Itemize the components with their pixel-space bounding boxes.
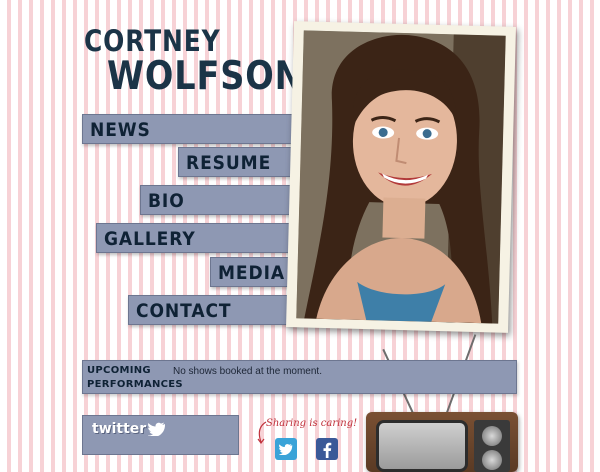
headshot-frame	[286, 21, 516, 333]
facebook-f-icon	[323, 442, 332, 458]
nav-item-resume[interactable]: RESUME	[178, 147, 298, 177]
tv-control-panel	[474, 420, 510, 472]
upcoming-performances-bar: UPCOMING PERFORMANCES No shows booked at…	[82, 360, 517, 394]
tv-knob-icon	[482, 450, 502, 470]
twitter-bird-icon	[278, 443, 293, 456]
shows-title-line1: UPCOMING	[87, 365, 151, 376]
logo-name-first[interactable]: CORTNEY	[84, 24, 221, 58]
nav-item-label: RESUME	[186, 152, 272, 174]
twitter-logo[interactable]: twitter	[92, 421, 146, 437]
headshot-illustration	[296, 30, 506, 324]
upcoming-performances-title: UPCOMING PERFORMANCES	[87, 364, 183, 392]
nav-item-contact[interactable]: CONTACT	[128, 295, 298, 325]
nav-item-bio[interactable]: BIO	[140, 185, 298, 215]
nav-item-label: BIO	[148, 190, 185, 212]
sharing-caption: Sharing is caring!	[266, 418, 358, 429]
page: CORTNEY WOLFSON NEWS RESUME BIO GALLERY …	[0, 0, 600, 472]
logo-name-last[interactable]: WOLFSON	[107, 54, 304, 99]
vintage-tv-graphic	[366, 412, 518, 472]
nav-item-label: CONTACT	[136, 300, 232, 322]
shows-title-line2: PERFORMANCES	[87, 379, 183, 390]
tv-knob-icon	[482, 426, 502, 446]
twitter-share-icon[interactable]	[275, 438, 297, 460]
facebook-share-icon[interactable]	[316, 438, 338, 460]
shows-status-text: No shows booked at the moment.	[173, 366, 322, 377]
nav-item-label: GALLERY	[104, 228, 196, 250]
nav-item-news[interactable]: NEWS	[82, 114, 298, 144]
nav-item-label: MEDIA	[218, 262, 285, 284]
twitter-bird-icon	[148, 422, 165, 436]
tv-screen	[376, 420, 468, 472]
twitter-widget[interactable]: twitter	[82, 415, 239, 455]
nav-item-label: NEWS	[90, 119, 151, 141]
nav-item-gallery[interactable]: GALLERY	[96, 223, 298, 253]
nav-item-media[interactable]: MEDIA	[210, 257, 298, 287]
headshot-photo	[296, 30, 506, 324]
